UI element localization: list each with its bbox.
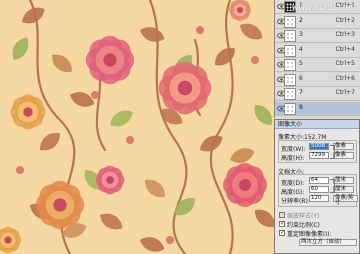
watermark-text: www.huitu.com — [291, 3, 356, 12]
layer-thumbnail — [284, 30, 296, 42]
layer-thumbnail — [284, 73, 296, 86]
layer-row[interactable]: 3 Ctrl+3 — [275, 29, 360, 43]
flower-center — [23, 107, 33, 117]
layer-row[interactable]: 4 Ctrl+4 — [275, 43, 360, 58]
layer-row[interactable]: 7 Ctrl+7 — [275, 87, 360, 101]
flower-center — [106, 176, 114, 184]
layer-name: 7 — [299, 89, 303, 96]
resample-method-select[interactable]: 两次立方（自动） — [299, 239, 357, 246]
height-label: 高度(H): — [281, 155, 305, 162]
layer-shortcut: Ctrl+5 — [335, 60, 355, 67]
flower-bud — [196, 26, 204, 34]
layer-shortcut: Ctrl+2 — [335, 16, 355, 24]
chain-link-icon — [330, 145, 335, 159]
layer-thumbnail — [284, 44, 296, 57]
scale-styles-label: 缩放样式(Y) — [287, 213, 320, 220]
layer-shortcut: Ctrl+7 — [335, 89, 355, 96]
width-unit-select[interactable]: 像素 — [333, 143, 354, 150]
layer-thumbnail — [284, 59, 296, 71]
doc-width-label: 宽度(D): — [281, 180, 305, 187]
resample-checkbox[interactable]: ✓ — [279, 230, 285, 236]
layer-thumbnail — [284, 88, 296, 100]
constrain-proportions-label: 约束比例(C) — [287, 222, 320, 229]
flower-center — [103, 53, 117, 67]
doc-chain-link-icon — [330, 179, 335, 193]
layer-row[interactable]: 2 Ctrl+2 — [275, 14, 360, 29]
floral-pattern-artwork — [0, 0, 274, 254]
flower-bud — [91, 91, 99, 99]
doc-height-unit-select[interactable]: 厘米 — [333, 186, 354, 193]
floral-pattern-canvas[interactable] — [0, 0, 274, 254]
height-unit-select[interactable]: 像素 — [333, 152, 354, 159]
resample-label: 重定图像像素(I): — [287, 231, 332, 238]
flower-bud — [16, 166, 24, 174]
doc-height-label: 高度(G): — [281, 189, 305, 196]
scale-styles-checkbox[interactable] — [279, 212, 285, 218]
flower-bud — [126, 136, 134, 144]
height-input[interactable]: 7299 — [309, 152, 329, 159]
dialog-title: 图像大小 — [275, 120, 359, 129]
layer-thumbnail — [284, 15, 296, 28]
flower-center — [239, 179, 251, 191]
layer-shortcut: Ctrl+3 — [335, 31, 355, 38]
layer-thumbnail — [284, 102, 296, 115]
layer-name: 3 — [299, 31, 303, 38]
image-size-dialog: 图像大小 像素大小:152.7M 宽度(W): 5008 像素 高度(H): 7… — [274, 119, 360, 254]
flower-bud — [251, 56, 259, 64]
layer-shortcut: Ctrl+4 — [335, 45, 355, 53]
doc-width-input[interactable]: 64 — [309, 177, 329, 184]
layer-name: 5 — [299, 60, 303, 67]
flower-center — [177, 80, 193, 96]
resolution-label: 分辨率(R): — [281, 198, 310, 205]
layer-shortcut: Ctrl+6 — [335, 74, 355, 82]
width-label: 宽度(W): — [281, 146, 306, 153]
flower-center — [237, 7, 243, 13]
resolution-unit-select[interactable]: 像素/英寸 — [333, 195, 358, 206]
layer-name: 6 — [299, 74, 303, 82]
layer-row[interactable]: 6 Ctrl+6 — [275, 72, 360, 87]
layer-name: 4 — [299, 45, 303, 53]
layer-name: 8 — [299, 103, 303, 111]
constrain-proportions-checkbox[interactable]: ✓ — [279, 221, 285, 227]
layer-row[interactable]: 5 Ctrl+5 — [275, 58, 360, 72]
flower-center — [4, 236, 12, 244]
layers-panel: 1 Ctrl+1 2 Ctrl+2 3 Ctrl+3 4 Ctrl+4 5 Ctrl+5 6 Ctrl… — [274, 0, 360, 118]
resolution-input[interactable]: 120 — [309, 195, 329, 202]
doc-height-input[interactable]: 60 — [309, 186, 329, 193]
width-input[interactable]: 5008 — [309, 143, 329, 150]
flower-bud — [166, 236, 174, 244]
doc-width-unit-select[interactable]: 厘米 — [333, 177, 354, 184]
layer-row[interactable]: 8 — [275, 101, 360, 116]
flower-center — [53, 198, 67, 212]
layer-name: 2 — [299, 16, 303, 24]
